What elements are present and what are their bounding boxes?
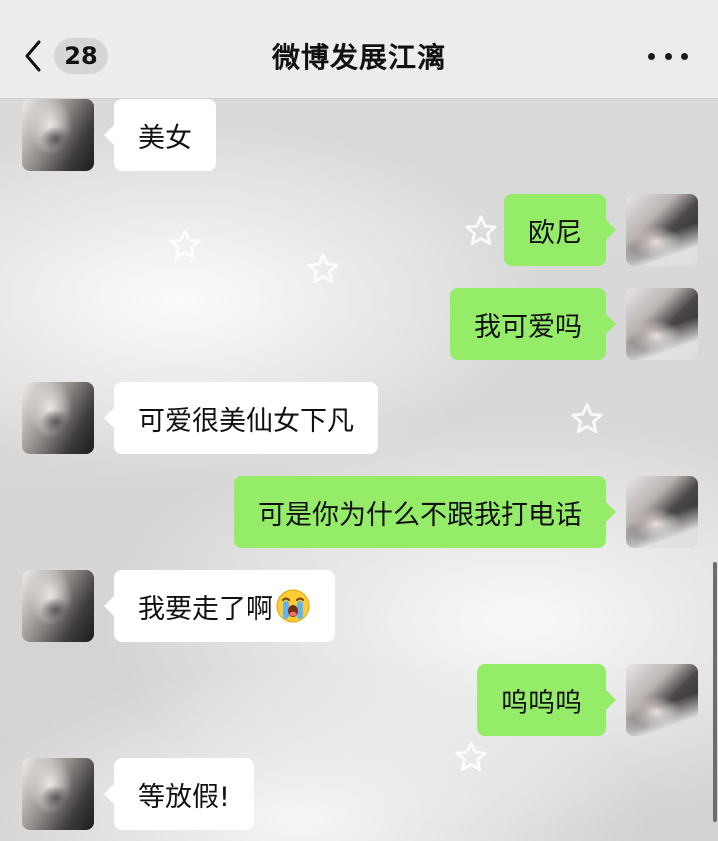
received-message-bubble[interactable]: 我要走了啊	[104, 570, 335, 642]
star-decoration-icon	[169, 229, 201, 260]
contact-avatar[interactable]	[22, 99, 94, 171]
self-avatar[interactable]	[626, 664, 698, 736]
dot-icon	[648, 52, 655, 60]
sent-message-bubble[interactable]: 欧尼	[504, 194, 616, 266]
message-text: 可爱很美仙女下凡	[138, 405, 354, 437]
contact-avatar[interactable]	[22, 382, 94, 454]
message-text: 等放假!	[138, 781, 230, 813]
received-message-bubble[interactable]: 等放假!	[104, 758, 254, 830]
self-avatar[interactable]	[626, 288, 698, 360]
star-decoration-icon	[455, 741, 487, 772]
sent-message-bubble[interactable]: 呜呜呜	[477, 664, 616, 736]
chat-title: 微博发展江漓	[271, 41, 446, 74]
received-message-bubble[interactable]: 美女	[104, 99, 216, 171]
dot-icon	[681, 52, 688, 60]
sent-message-bubble[interactable]: 可是你为什么不跟我打电话	[234, 476, 616, 548]
star-decoration-icon	[307, 253, 339, 284]
chat-header: 28 微博发展江漓	[0, 0, 718, 99]
message-text: 我可爱吗	[474, 311, 582, 343]
dot-icon	[664, 52, 672, 60]
contact-avatar[interactable]	[22, 758, 94, 830]
message-text: 美女	[138, 122, 192, 154]
received-message-bubble[interactable]: 可爱很美仙女下凡	[104, 382, 378, 454]
star-decoration-icon	[465, 215, 497, 246]
more-options-button[interactable]	[648, 44, 688, 68]
message-text: 欧尼	[528, 217, 582, 249]
self-avatar[interactable]	[626, 194, 698, 266]
message-text: 可是你为什么不跟我打电话	[258, 499, 582, 531]
self-avatar[interactable]	[626, 476, 698, 548]
contact-avatar[interactable]	[22, 570, 94, 642]
star-decoration-icon	[571, 403, 603, 434]
loudly-crying-face-icon	[276, 589, 310, 623]
message-text: 我要走了啊	[138, 593, 273, 625]
sent-message-bubble[interactable]: 我可爱吗	[450, 288, 616, 360]
message-text: 呜呜呜	[501, 687, 582, 719]
scrollbar-thumb[interactable]	[713, 562, 717, 822]
